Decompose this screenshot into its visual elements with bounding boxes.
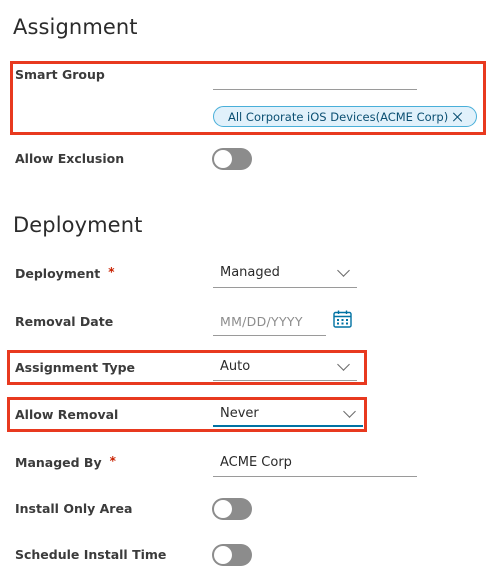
- smart-group-chip[interactable]: All Corporate iOS Devices(ACME Corp): [213, 106, 477, 127]
- schedule-install-time-toggle[interactable]: [212, 544, 252, 566]
- deployment-label-text: Deployment: [15, 266, 101, 281]
- deployment-label: Deployment *: [15, 265, 115, 281]
- chip-close-icon[interactable]: [453, 112, 463, 122]
- deployment-section-title: Deployment: [13, 213, 143, 237]
- smart-group-chip-label: All Corporate iOS Devices(ACME Corp): [228, 109, 449, 124]
- assignment-type-underline: [213, 380, 357, 381]
- allow-removal-label: Allow Removal: [15, 407, 119, 422]
- managed-by-underline: [213, 476, 417, 477]
- calendar-icon[interactable]: [333, 310, 352, 328]
- assignment-section-title: Assignment: [13, 15, 138, 39]
- install-only-area-toggle[interactable]: [212, 498, 252, 520]
- schedule-install-time-label: Schedule Install Time: [15, 547, 167, 562]
- managed-by-input[interactable]: ACME Corp: [220, 455, 292, 470]
- install-only-area-label: Install Only Area: [15, 501, 133, 516]
- smart-group-input-underline: [213, 89, 417, 90]
- smart-group-label: Smart Group: [15, 67, 105, 82]
- removal-date-underline: [213, 335, 326, 336]
- allow-removal-value: Never: [220, 406, 259, 421]
- toggle-knob: [214, 150, 232, 168]
- required-marker: *: [109, 454, 116, 468]
- removal-date-label: Removal Date: [15, 314, 114, 329]
- deployment-select-value: Managed: [220, 265, 280, 280]
- managed-by-label-text: Managed By: [15, 455, 102, 470]
- removal-date-input[interactable]: MM/DD/YYYY: [220, 314, 303, 329]
- allow-removal-underline: [213, 425, 363, 427]
- allow-exclusion-label: Allow Exclusion: [15, 151, 125, 166]
- assignment-type-value: Auto: [220, 359, 251, 374]
- assignment-type-label: Assignment Type: [15, 360, 136, 375]
- allow-exclusion-toggle[interactable]: [212, 148, 252, 170]
- managed-by-label: Managed By *: [15, 454, 116, 470]
- toggle-knob: [214, 546, 232, 564]
- smart-group-input[interactable]: [213, 68, 417, 88]
- toggle-knob: [214, 500, 232, 518]
- deployment-select-underline: [213, 287, 357, 288]
- required-marker: *: [108, 265, 115, 279]
